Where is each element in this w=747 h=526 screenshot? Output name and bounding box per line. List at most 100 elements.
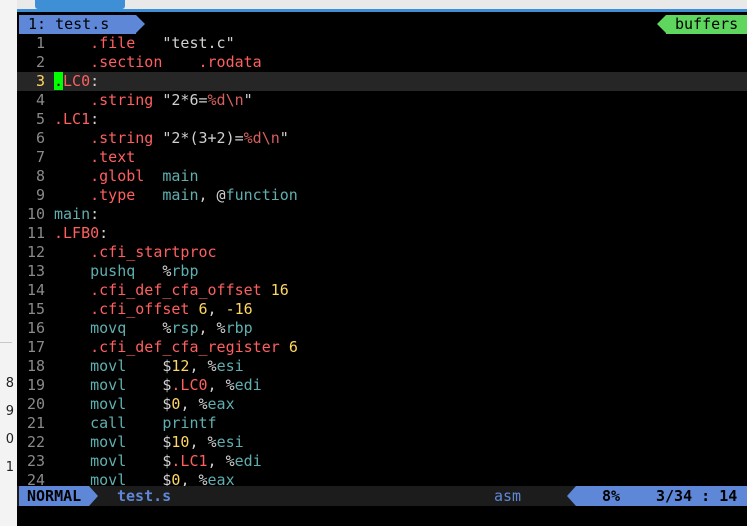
line-number: 22 xyxy=(26,433,45,451)
background-window-label: 0 xyxy=(5,432,14,447)
code-line[interactable]: 18 movl $12, %esi xyxy=(17,357,747,376)
code-token: " xyxy=(243,91,253,109)
code-token: rsp xyxy=(171,319,199,337)
code-token: $ xyxy=(126,357,172,375)
code-token: .rodata xyxy=(198,53,262,71)
code-token: movl xyxy=(90,395,127,413)
line-number: 3 xyxy=(35,72,45,90)
code-token: .file xyxy=(90,34,136,52)
code-line[interactable]: 13 pushq %rbp xyxy=(17,262,747,281)
code-line[interactable]: 8 .globl main xyxy=(17,167,747,186)
code-line[interactable]: 6 .string "2*(3+2)=%d\n" xyxy=(17,129,747,148)
divider xyxy=(0,342,12,343)
code-token: : xyxy=(90,205,100,223)
code-area[interactable]: 1 .file "test.c" 2 .section .rodata 3 .LC0:… xyxy=(17,34,747,490)
code-token: $ xyxy=(126,452,172,470)
code-line[interactable]: 3 .LC0: xyxy=(17,72,747,91)
code-token: 10 xyxy=(171,433,190,451)
code-token: movl xyxy=(90,433,127,451)
background-window-strip: 8 9 0 1 xyxy=(0,0,18,526)
code-token: edi xyxy=(234,452,262,470)
line-number: 12 xyxy=(26,243,45,261)
code-line[interactable]: 19 movl $.LC0, %edi xyxy=(17,376,747,395)
position-separator xyxy=(567,486,576,506)
code-line[interactable]: 15 .cfi_offset 6, -16 xyxy=(17,300,747,319)
code-token: , % xyxy=(207,452,235,470)
tab-separator xyxy=(136,15,145,33)
code-token: , % xyxy=(180,395,208,413)
code-token: -16 xyxy=(225,300,253,318)
code-token: 16 xyxy=(270,281,289,299)
code-line[interactable]: 7 .text xyxy=(17,148,747,167)
status-filename: test.s xyxy=(117,487,172,505)
code-token: pushq xyxy=(90,262,136,280)
code-line[interactable]: 4 .string "2*6=%d\n" xyxy=(17,91,747,110)
line-number: 10 xyxy=(26,205,45,223)
code-line[interactable]: 20 movl $0, %eax xyxy=(17,395,747,414)
code-token: .LC0 xyxy=(171,376,208,394)
code-token: : xyxy=(90,72,100,90)
code-token: , % xyxy=(189,433,217,451)
code-token: esi xyxy=(216,433,244,451)
code-token: esi xyxy=(216,357,244,375)
code-line[interactable]: 10 main: xyxy=(17,205,747,224)
code-line[interactable]: 12 .cfi_startproc xyxy=(17,243,747,262)
code-line[interactable]: 9 .type main, @function xyxy=(17,186,747,205)
code-token: .string xyxy=(90,129,154,147)
code-line[interactable]: 21 call printf xyxy=(17,414,747,433)
line-number: 5 xyxy=(35,110,45,128)
code-token: rbp xyxy=(171,262,199,280)
line-number: 1 xyxy=(35,34,45,52)
code-line[interactable]: 16 movq %rsp, %rbp xyxy=(17,319,747,338)
code-token: movl xyxy=(90,357,127,375)
line-number: 6 xyxy=(35,129,45,147)
line-number: 19 xyxy=(26,376,45,394)
tab-test-s[interactable]: 1: test.s xyxy=(19,15,136,34)
code-line[interactable]: 23 movl $.LC1, %edi xyxy=(17,452,747,471)
window-tab[interactable] xyxy=(35,0,125,9)
code-line[interactable]: 11 .LFB0: xyxy=(17,224,747,243)
code-line[interactable]: 14 .cfi_def_cfa_offset 16 xyxy=(17,281,747,300)
code-line[interactable]: 17 .cfi_def_cfa_register 6 xyxy=(17,338,747,357)
code-line[interactable]: 22 movl $10, %esi xyxy=(17,433,747,452)
code-line[interactable]: 2 .section .rodata xyxy=(17,53,747,72)
code-line[interactable]: 1 .file "test.c" xyxy=(17,34,747,53)
code-token: eax xyxy=(207,395,235,413)
line-number: 11 xyxy=(26,224,45,242)
command-line[interactable] xyxy=(17,506,747,526)
code-token: .cfi_def_cfa_register xyxy=(90,338,280,356)
code-line[interactable]: 5 .LC1: xyxy=(17,110,747,129)
line-number: 17 xyxy=(26,338,45,356)
code-token: movl xyxy=(90,376,127,394)
terminal-window[interactable]: 1: test.s buffers 1 .file "test.c" 2 .sec… xyxy=(17,12,747,526)
code-token: , % xyxy=(207,376,235,394)
position-indicator: 8% 3/34 : 14 xyxy=(576,486,747,506)
line-number: 9 xyxy=(35,186,45,204)
code-token: printf xyxy=(162,414,217,432)
code-token: .cfi_offset xyxy=(90,300,190,318)
buffers-indicator: buffers xyxy=(666,15,747,34)
code-token: movl xyxy=(90,452,127,470)
line-number: 20 xyxy=(26,395,45,413)
line-number: 23 xyxy=(26,452,45,470)
status-percent: 8% xyxy=(602,487,621,505)
code-token: " xyxy=(279,129,289,147)
code-token: "2*6= xyxy=(153,91,208,109)
code-token: rbp xyxy=(225,319,253,337)
code-token: , % xyxy=(189,357,217,375)
background-window-label: 9 xyxy=(5,404,14,419)
vim-statusline: NORMAL test.s asm 8% 3/34 : 14 xyxy=(17,486,747,506)
line-number: 4 xyxy=(35,91,45,109)
